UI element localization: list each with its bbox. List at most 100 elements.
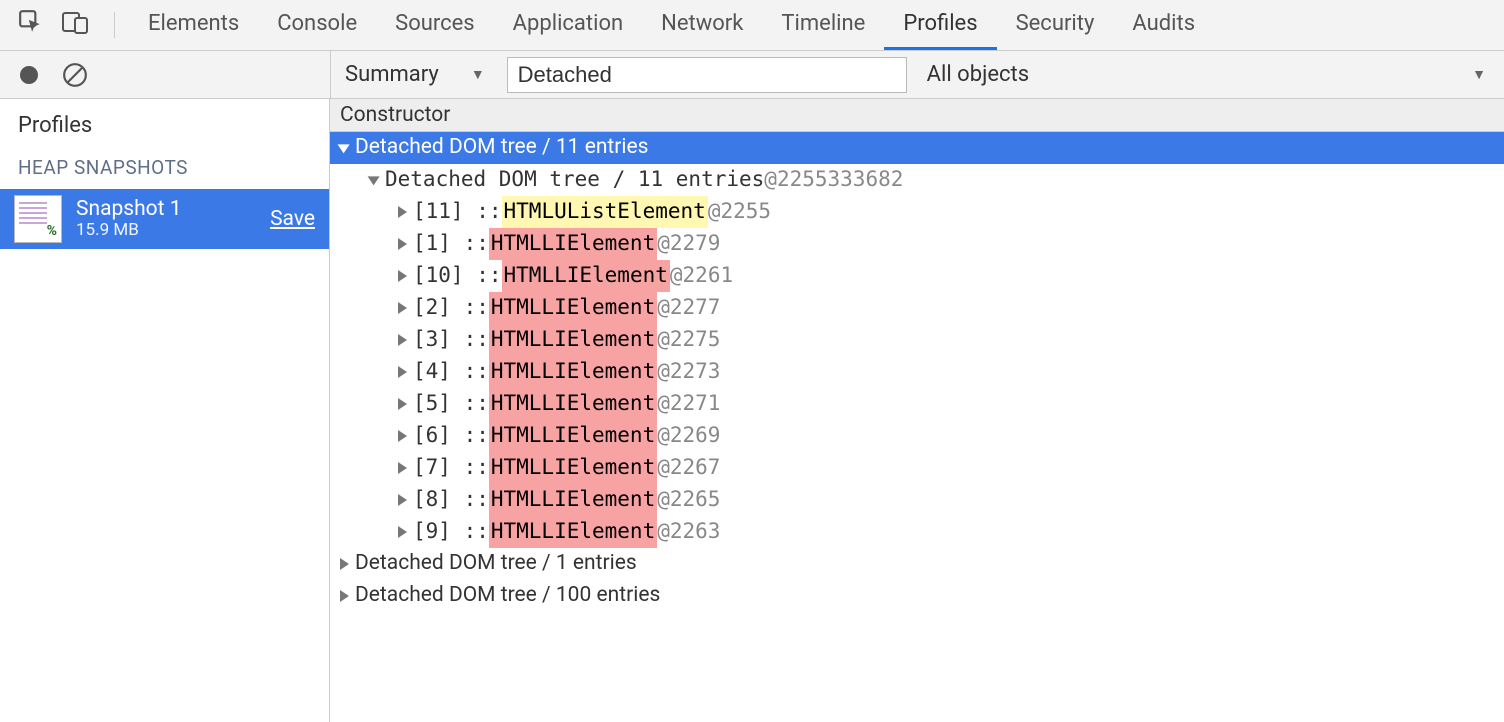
devtools-tab-strip: ElementsConsoleSourcesApplicationNetwork… bbox=[0, 0, 1504, 51]
profiles-sidebar: Profiles HEAP SNAPSHOTS % Snapshot 1 15.… bbox=[0, 99, 330, 722]
tree-row-index: [6] :: bbox=[413, 420, 489, 452]
tree-row[interactable]: Detached DOM tree / 11 entries @22553336… bbox=[330, 164, 1504, 196]
object-scope-select[interactable]: All objects ▼ bbox=[927, 62, 1504, 87]
object-id: @2265 bbox=[657, 484, 720, 516]
tree-row-class: HTMLLIElement bbox=[489, 356, 657, 388]
disclosure-icon[interactable] bbox=[398, 334, 407, 346]
tree-row-index: [2] :: bbox=[413, 292, 489, 324]
object-scope-label: All objects bbox=[927, 62, 1029, 87]
object-id: @2279 bbox=[657, 228, 720, 260]
object-id: @2255 bbox=[708, 196, 771, 228]
percent-icon: % bbox=[47, 223, 57, 239]
disclosure-icon[interactable] bbox=[340, 590, 349, 602]
snapshot-item[interactable]: % Snapshot 1 15.9 MB Save bbox=[0, 189, 329, 249]
tree-group[interactable]: Detached DOM tree / 100 entries bbox=[330, 580, 1504, 612]
tree-child-row[interactable]: [9] :: HTMLLIElement @2263 bbox=[330, 516, 1504, 548]
tree-child-row[interactable]: [4] :: HTMLLIElement @2273 bbox=[330, 356, 1504, 388]
disclosure-icon[interactable] bbox=[398, 302, 407, 314]
tree-child-row[interactable]: [2] :: HTMLLIElement @2277 bbox=[330, 292, 1504, 324]
tree-row-class: HTMLLIElement bbox=[502, 260, 670, 292]
tree-row-index: [3] :: bbox=[413, 324, 489, 356]
tree-group-label: Detached DOM tree / 1 entries bbox=[355, 548, 637, 580]
tree-row-index: [1] :: bbox=[413, 228, 489, 260]
disclosure-icon[interactable] bbox=[340, 558, 349, 570]
tab-profiles[interactable]: Profiles bbox=[884, 0, 996, 50]
tree-row-class: HTMLLIElement bbox=[489, 388, 657, 420]
snapshot-name: Snapshot 1 bbox=[76, 197, 256, 221]
snapshot-info: Snapshot 1 15.9 MB bbox=[76, 197, 256, 241]
tab-sources[interactable]: Sources bbox=[376, 0, 494, 50]
tree-group[interactable]: Detached DOM tree / 1 entries bbox=[330, 548, 1504, 580]
view-mode-label: Summary bbox=[345, 62, 439, 87]
object-id: @2267 bbox=[657, 452, 720, 484]
tab-network[interactable]: Network bbox=[642, 0, 762, 50]
object-id: @2261 bbox=[670, 260, 733, 292]
tab-security[interactable]: Security bbox=[997, 0, 1114, 50]
tree-row-class: HTMLLIElement bbox=[489, 420, 657, 452]
inspect-icon[interactable] bbox=[18, 9, 44, 41]
tab-strip-left-icons bbox=[0, 0, 129, 50]
disclosure-icon[interactable] bbox=[398, 206, 407, 218]
tree-group-selected[interactable]: Detached DOM tree / 11 entries bbox=[330, 132, 1504, 164]
tab-elements[interactable]: Elements bbox=[129, 0, 258, 50]
disclosure-icon[interactable] bbox=[338, 144, 350, 153]
tree-group-label: Detached DOM tree / 100 entries bbox=[355, 580, 660, 612]
tree-row-class: HTMLLIElement bbox=[489, 228, 657, 260]
tree-row-class: HTMLLIElement bbox=[489, 292, 657, 324]
clear-icon[interactable] bbox=[62, 62, 88, 88]
snapshot-size: 15.9 MB bbox=[76, 221, 256, 241]
object-id: @2271 bbox=[657, 388, 720, 420]
heap-tree: Detached DOM tree / 11 entriesDetached D… bbox=[330, 132, 1504, 612]
sidebar-title: Profiles bbox=[0, 99, 329, 150]
tab-console[interactable]: Console bbox=[258, 0, 376, 50]
tree-row-class: HTMLUListElement bbox=[502, 196, 708, 228]
sidebar-section-heap: HEAP SNAPSHOTS bbox=[0, 150, 329, 189]
snapshot-icon: % bbox=[14, 195, 62, 243]
tab-application[interactable]: Application bbox=[494, 0, 642, 50]
tree-child-row[interactable]: [5] :: HTMLLIElement @2271 bbox=[330, 388, 1504, 420]
object-id: @2275 bbox=[657, 324, 720, 356]
snapshot-save-link[interactable]: Save bbox=[270, 207, 315, 231]
tab-audits[interactable]: Audits bbox=[1113, 0, 1214, 50]
toolbar-left bbox=[0, 51, 330, 98]
tree-child-row[interactable]: [3] :: HTMLLIElement @2275 bbox=[330, 324, 1504, 356]
disclosure-icon[interactable] bbox=[368, 176, 380, 185]
tree-row-index: [8] :: bbox=[413, 484, 489, 516]
disclosure-icon[interactable] bbox=[398, 526, 407, 538]
tree-row-class: HTMLLIElement bbox=[489, 516, 657, 548]
tree-child-row[interactable]: [11] :: HTMLUListElement @2255 bbox=[330, 196, 1504, 228]
tree-child-row[interactable]: [7] :: HTMLLIElement @2267 bbox=[330, 452, 1504, 484]
disclosure-icon[interactable] bbox=[398, 238, 407, 250]
tree-row-index: [9] :: bbox=[413, 516, 489, 548]
tab-timeline[interactable]: Timeline bbox=[762, 0, 884, 50]
disclosure-icon[interactable] bbox=[398, 494, 407, 506]
tree-child-row[interactable]: [1] :: HTMLLIElement @2279 bbox=[330, 228, 1504, 260]
tree-row-label: Detached DOM tree / 11 entries bbox=[385, 164, 764, 196]
disclosure-icon[interactable] bbox=[398, 430, 407, 442]
tree-row-class: HTMLLIElement bbox=[489, 484, 657, 516]
chevron-down-icon: ▼ bbox=[471, 66, 485, 83]
disclosure-icon[interactable] bbox=[398, 270, 407, 282]
device-toggle-icon[interactable] bbox=[62, 9, 90, 41]
tree-row-index: [7] :: bbox=[413, 452, 489, 484]
disclosure-icon[interactable] bbox=[398, 462, 407, 474]
disclosure-icon[interactable] bbox=[398, 366, 407, 378]
toolbar-right: Summary ▼ All objects ▼ bbox=[330, 51, 1504, 98]
tree-child-row[interactable]: [8] :: HTMLLIElement @2265 bbox=[330, 484, 1504, 516]
tree-child-row[interactable]: [10] :: HTMLLIElement @2261 bbox=[330, 260, 1504, 292]
grid-column-header[interactable]: Constructor bbox=[330, 99, 1504, 132]
tree-child-row[interactable]: [6] :: HTMLLIElement @2269 bbox=[330, 420, 1504, 452]
record-icon[interactable] bbox=[20, 66, 38, 84]
tree-group-label: Detached DOM tree / 11 entries bbox=[355, 132, 649, 164]
class-filter-input[interactable] bbox=[507, 57, 907, 93]
disclosure-icon[interactable] bbox=[398, 398, 407, 410]
body-split: Profiles HEAP SNAPSHOTS % Snapshot 1 15.… bbox=[0, 99, 1504, 722]
tree-row-class: HTMLLIElement bbox=[489, 324, 657, 356]
object-id: @2255333682 bbox=[764, 164, 903, 196]
tree-row-index: [4] :: bbox=[413, 356, 489, 388]
separator bbox=[114, 12, 115, 38]
view-mode-select[interactable]: Summary ▼ bbox=[345, 62, 495, 87]
tree-row-index: [10] :: bbox=[413, 260, 502, 292]
object-id: @2273 bbox=[657, 356, 720, 388]
object-id: @2269 bbox=[657, 420, 720, 452]
